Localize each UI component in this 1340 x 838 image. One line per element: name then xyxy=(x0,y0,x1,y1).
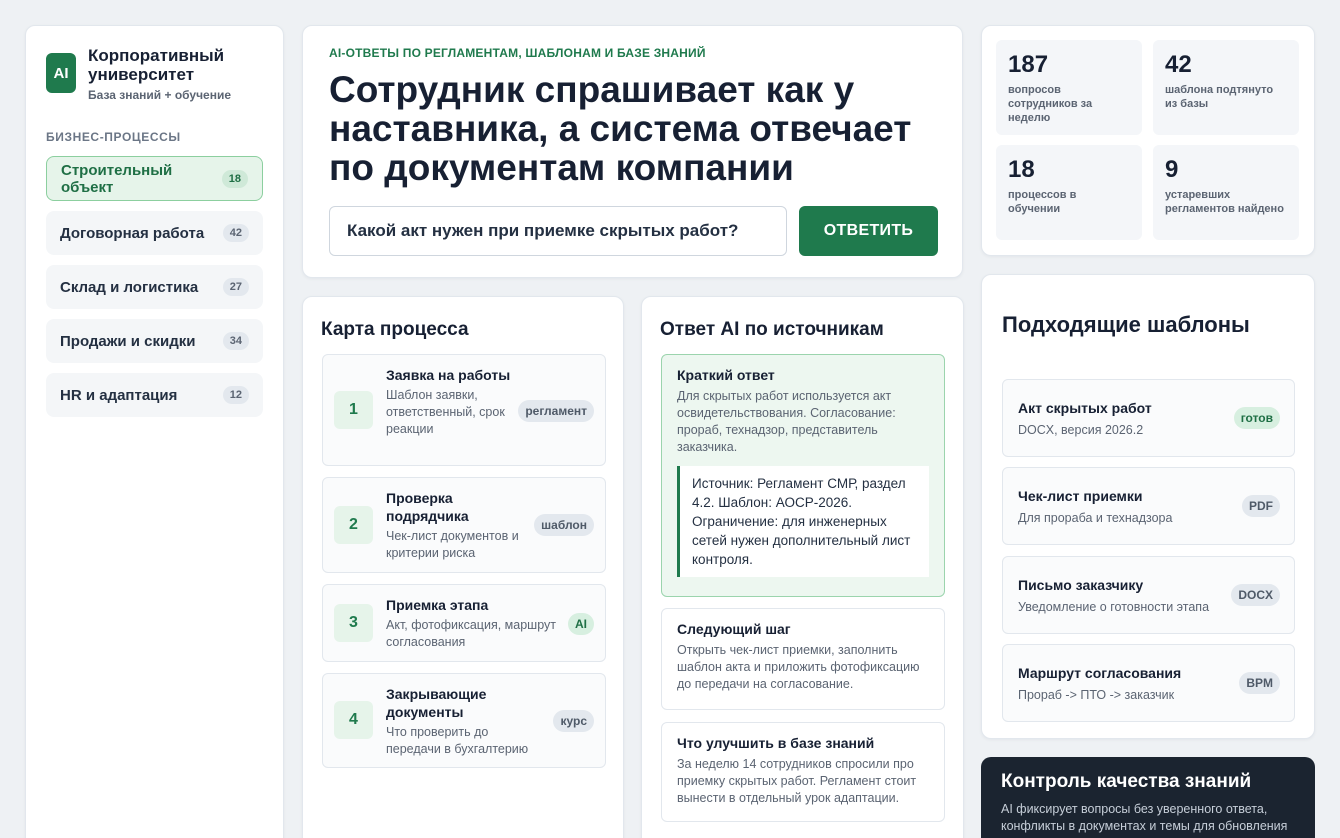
template-name: Чек-лист приемки xyxy=(1018,488,1143,504)
stats-panel: 187 вопросов сотрудников за неделю 42 ша… xyxy=(981,25,1315,256)
ai-answer-title: Ответ AI по источникам xyxy=(660,319,884,340)
process-map-title: Карта процесса xyxy=(321,319,469,340)
short-answer-title: Краткий ответ xyxy=(677,367,775,383)
sidebar: AI Корпоративный университет База знаний… xyxy=(25,25,284,838)
stat-value: 18 xyxy=(1008,156,1035,183)
sidebar-item-hr[interactable]: HR и адаптация 12 xyxy=(46,373,263,417)
template-tag: готов xyxy=(1233,407,1280,429)
sidebar-section-label: БИЗНЕС-ПРОЦЕССЫ xyxy=(46,130,181,144)
template-item[interactable]: Чек-лист приемки Для прораба и технадзор… xyxy=(1002,467,1295,545)
sidebar-item-count: 34 xyxy=(222,332,249,350)
sidebar-item-construction[interactable]: Строительный объект 18 xyxy=(46,156,263,201)
short-answer-text: Для скрытых работ используется акт освид… xyxy=(677,389,896,454)
template-item[interactable]: Маршрут согласования Прораб -> ПТО -> за… xyxy=(1002,644,1295,722)
templates-title: Подходящие шаблоны xyxy=(1002,312,1250,337)
step-number: 3 xyxy=(334,604,373,642)
hero-panel: AI-ОТВЕТЫ ПО РЕГЛАМЕНТАМ, ШАБЛОНАМ И БАЗ… xyxy=(302,25,963,278)
step-number: 1 xyxy=(334,391,373,429)
process-step[interactable]: 3 Приемка этапа Акт, фотофиксация, маршр… xyxy=(322,584,606,662)
next-step-box: Следующий шаг Открыть чек-лист приемки, … xyxy=(661,608,945,710)
template-meta: Для прораба и технадзора xyxy=(1018,511,1173,525)
step-title: Заявка на работы xyxy=(386,367,511,383)
template-tag: BPM xyxy=(1239,672,1280,694)
hero-title: Сотрудник спрашивает как у наставника, а… xyxy=(329,69,912,188)
template-item[interactable]: Акт скрытых работ DOCX, версия 2026.2 го… xyxy=(1002,379,1295,457)
step-title: Закрывающие документы xyxy=(386,686,487,720)
step-tag: AI xyxy=(568,613,594,635)
sidebar-item-count: 18 xyxy=(221,169,248,188)
step-tag: курс xyxy=(553,710,594,732)
step-number: 4 xyxy=(334,701,373,739)
stat-processes: 18 процессов в обучении xyxy=(996,145,1142,240)
stat-outdated: 9 устаревших регламентов найдено xyxy=(1153,145,1299,240)
sidebar-item-label: Договорная работа xyxy=(60,224,205,242)
template-tag: DOCX xyxy=(1231,584,1280,606)
template-meta: Прораб -> ПТО -> заказчик xyxy=(1018,688,1175,702)
stat-label: устаревших регламентов найдено xyxy=(1165,189,1284,215)
templates-panel: Подходящие шаблоны Акт скрытых работ DOC… xyxy=(981,274,1315,739)
stat-label: шаблона подтянуто из базы xyxy=(1165,84,1274,110)
stat-label: процессов в обучении xyxy=(1008,189,1077,215)
sidebar-item-label: HR и адаптация xyxy=(60,386,178,404)
stat-templates: 42 шаблона подтянуто из базы xyxy=(1153,40,1299,135)
next-step-title: Следующий шаг xyxy=(677,621,791,637)
improve-title: Что улучшить в базе знаний xyxy=(677,735,875,751)
stat-label: вопросов сотрудников за неделю xyxy=(1008,84,1093,124)
quality-text: AI фиксирует вопросы без уверенного отве… xyxy=(1001,802,1288,833)
template-item[interactable]: Письмо заказчику Уведомление о готовност… xyxy=(1002,556,1295,634)
improve-text: За неделю 14 сотрудников спросили про пр… xyxy=(677,757,917,805)
improve-box: Что улучшить в базе знаний За неделю 14 … xyxy=(661,722,945,822)
template-meta: Уведомление о готовности этапа xyxy=(1018,600,1210,614)
step-tag: регламент xyxy=(518,400,594,422)
sidebar-item-contracts[interactable]: Договорная работа 42 xyxy=(46,211,263,255)
process-map-panel: Карта процесса 1 Заявка на работы Шаблон… xyxy=(302,296,624,838)
ask-row: ОТВЕТИТЬ xyxy=(329,206,938,256)
stat-value: 9 xyxy=(1165,156,1179,183)
stat-value: 187 xyxy=(1008,51,1049,78)
process-step[interactable]: 1 Заявка на работы Шаблон заявки, ответс… xyxy=(322,354,606,466)
process-step[interactable]: 2 Проверка подрядчика Чек-лист документо… xyxy=(322,477,606,573)
template-tag: PDF xyxy=(1242,495,1280,517)
stat-value: 42 xyxy=(1165,51,1192,78)
step-title: Проверка подрядчика xyxy=(386,490,469,524)
sidebar-item-label: Строительный объект xyxy=(61,161,173,196)
sidebar-item-label: Склад и логистика xyxy=(60,278,199,296)
step-tag: шаблон xyxy=(534,514,594,536)
sidebar-item-count: 27 xyxy=(222,278,249,296)
answer-button[interactable]: ОТВЕТИТЬ xyxy=(799,206,938,256)
source-quote: Источник: Регламент СМР, раздел 4.2. Шаб… xyxy=(677,466,929,577)
sidebar-item-label: Продажи и скидки xyxy=(60,332,196,350)
hero-eyebrow: AI-ОТВЕТЫ ПО РЕГЛАМЕНТАМ, ШАБЛОНАМ И БАЗ… xyxy=(329,46,706,60)
quality-control-panel: Контроль качества знаний AI фиксирует во… xyxy=(981,757,1315,838)
ai-answer-panel: Ответ AI по источникам Краткий ответ Для… xyxy=(641,296,964,838)
short-answer-box: Краткий ответ Для скрытых работ использу… xyxy=(661,354,945,597)
step-number: 2 xyxy=(334,506,373,544)
template-name: Акт скрытых работ xyxy=(1018,400,1152,416)
step-description: Шаблон заявки, ответственный, срок реакц… xyxy=(386,388,505,436)
next-step-text: Открыть чек-лист приемки, заполнить шабл… xyxy=(677,643,920,691)
sidebar-item-count: 42 xyxy=(222,224,249,242)
sidebar-item-warehouse[interactable]: Склад и логистика 27 xyxy=(46,265,263,309)
sidebar-item-count: 12 xyxy=(222,386,249,404)
brand-logo: AI xyxy=(46,53,76,93)
template-meta: DOCX, версия 2026.2 xyxy=(1018,423,1144,437)
process-step[interactable]: 4 Закрывающие документы Что проверить до… xyxy=(322,673,606,768)
brand-title: Корпоративный университет xyxy=(88,46,225,84)
template-name: Маршрут согласования xyxy=(1018,665,1182,681)
step-description: Что проверить до передачи в бухгалтерию xyxy=(386,725,529,756)
question-input[interactable] xyxy=(329,206,787,256)
step-title: Приемка этапа xyxy=(386,597,489,613)
sidebar-item-sales[interactable]: Продажи и скидки 34 xyxy=(46,319,263,363)
step-description: Акт, фотофиксация, маршрут согласования xyxy=(386,618,556,649)
stat-questions: 187 вопросов сотрудников за неделю xyxy=(996,40,1142,135)
brand: AI Корпоративный университет База знаний… xyxy=(46,46,263,102)
quality-title: Контроль качества знаний xyxy=(1001,771,1252,792)
brand-subtitle: База знаний + обучение xyxy=(88,88,232,102)
step-description: Чек-лист документов и критерии риска xyxy=(386,529,519,560)
template-name: Письмо заказчику xyxy=(1018,577,1144,593)
